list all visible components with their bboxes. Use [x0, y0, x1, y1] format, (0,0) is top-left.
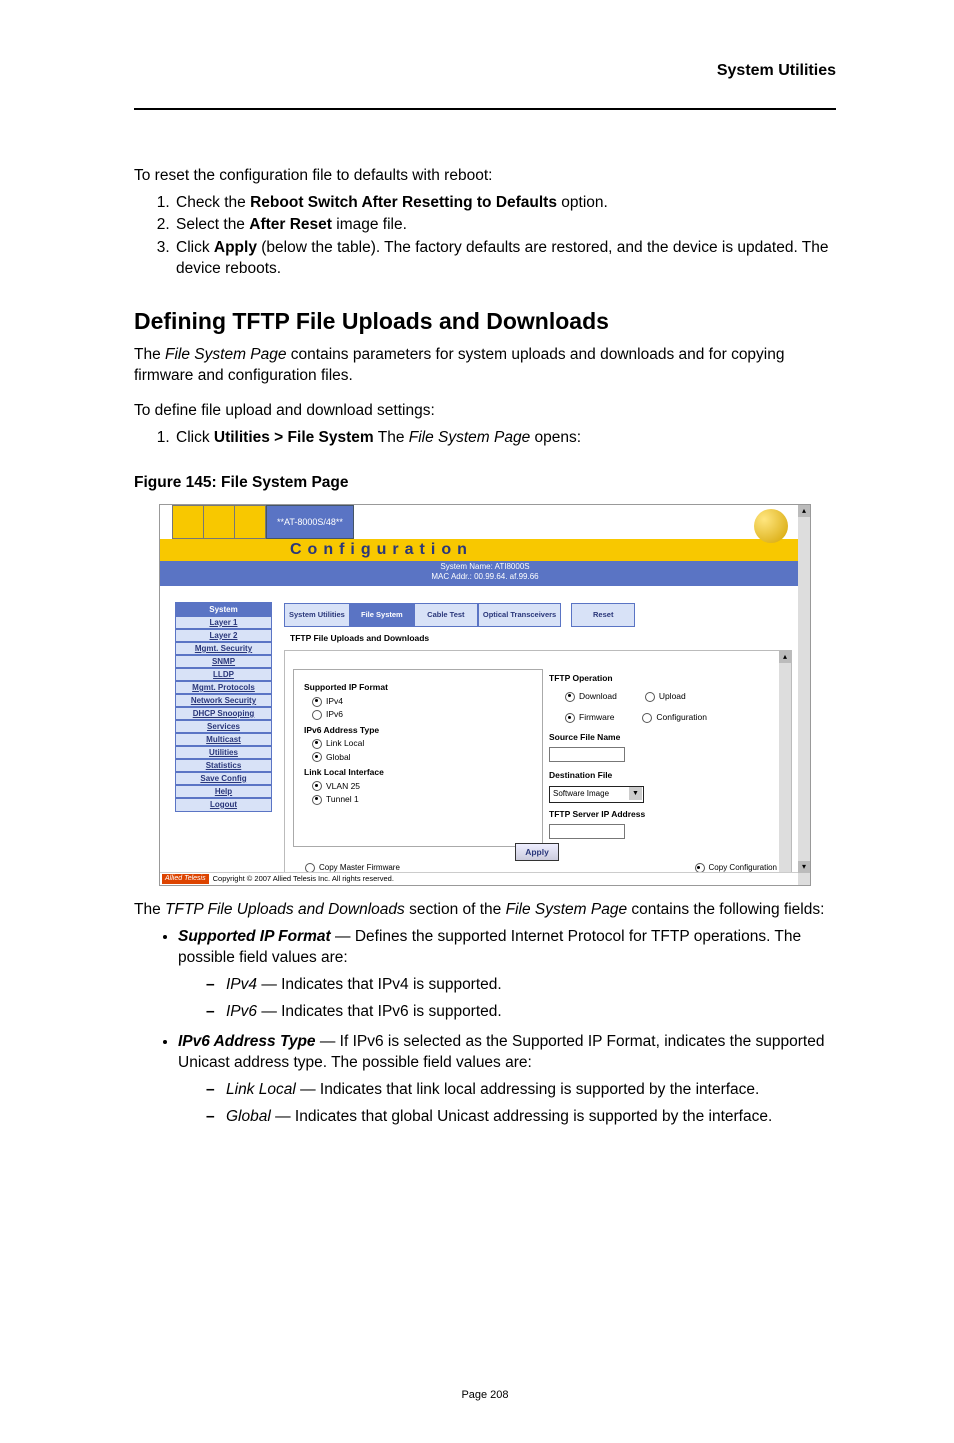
step-1: Check the Reboot Switch After Resetting … — [174, 193, 836, 214]
nav-mgmt-security[interactable]: Mgmt. Security — [176, 642, 271, 655]
input-tftp-server-ip[interactable] — [549, 824, 625, 839]
field-ipv6-type: IPv6 Address Type — If IPv6 is selected … — [178, 1032, 836, 1128]
configuration-title: Configuration — [160, 539, 810, 561]
nav-save-config[interactable]: Save Config — [176, 772, 271, 785]
panel-v-scrollbar[interactable]: ▴ — [779, 651, 791, 875]
section-p2: To define file upload and download setti… — [134, 401, 836, 422]
section-heading: Defining TFTP File Uploads and Downloads — [134, 306, 836, 337]
device-model: **AT-8000S/48** — [266, 505, 354, 539]
lbl-supported-ip: Supported IP Format — [304, 682, 534, 693]
step-2: Select the After Reset image file. — [174, 215, 836, 236]
lbl-source-file: Source File Name — [549, 732, 707, 743]
define-steps: Click Utilities > File System The File S… — [134, 428, 836, 449]
globe-icon — [754, 509, 788, 543]
radio-global[interactable]: Global — [312, 752, 534, 763]
nav-layer2[interactable]: Layer 2 — [176, 629, 271, 642]
nav-snmp[interactable]: SNMP — [176, 655, 271, 668]
tabs: System Utilities File System Cable Test … — [284, 603, 798, 627]
tftp-right-column: TFTP Operation Download Upload Firmware … — [549, 673, 707, 847]
define-step-1: Click Utilities > File System The File S… — [174, 428, 836, 449]
brand-logo: Allied Telesis — [162, 874, 209, 883]
field-supported-ip: Supported IP Format — Defines the suppor… — [178, 927, 836, 1023]
input-source-file[interactable] — [549, 747, 625, 762]
section-p1: The File System Page contains parameters… — [134, 345, 836, 387]
tab-reset[interactable]: Reset — [571, 603, 635, 627]
radio-tunnel1[interactable]: Tunnel 1 — [312, 794, 534, 805]
lbl-tftp-operation: TFTP Operation — [549, 673, 707, 684]
lbl-link-local-if: Link Local Interface — [304, 767, 534, 778]
nav-utilities[interactable]: Utilities — [176, 746, 271, 759]
nav-dhcp-snooping[interactable]: DHCP Snooping — [176, 707, 271, 720]
apply-button[interactable]: Apply — [515, 843, 559, 861]
nav-help[interactable]: Help — [176, 785, 271, 798]
radio-firmware[interactable]: Firmware — [565, 712, 614, 723]
lbl-destination-file: Destination File — [549, 770, 707, 781]
tab-cable-test[interactable]: Cable Test — [414, 603, 478, 627]
tab-optical-transceivers[interactable]: Optical Transceivers — [478, 603, 561, 627]
screenshot: ▴▾ **AT-8000S/48** Configuration System … — [159, 504, 811, 886]
after-figure-text: The TFTP File Uploads and Downloads sect… — [134, 900, 836, 921]
tab-system-utilities[interactable]: System Utilities — [284, 603, 350, 627]
radio-ipv4[interactable]: IPv4 — [312, 696, 534, 707]
lbl-ipv6-type: IPv6 Address Type — [304, 725, 534, 736]
radio-vlan25[interactable]: VLAN 25 — [312, 781, 534, 792]
radio-download[interactable]: Download — [565, 691, 617, 702]
radio-upload[interactable]: Upload — [645, 691, 686, 702]
nav-system[interactable]: System — [176, 603, 271, 616]
status-bar: Allied Telesis Copyright © 2007 Allied T… — [160, 872, 798, 885]
scroll-corner — [798, 873, 810, 885]
page-number: Page 208 — [134, 1388, 836, 1403]
nav-mgmt-protocols[interactable]: Mgmt. Protocols — [176, 681, 271, 694]
panel-section-title: TFTP File Uploads and Downloads — [284, 627, 798, 648]
radio-link-local[interactable]: Link Local — [312, 738, 534, 749]
outer-scrollbar[interactable]: ▴▾ — [798, 505, 810, 873]
copyright-text: Copyright © 2007 Allied Telesis Inc. All… — [213, 874, 394, 884]
nav-network-security[interactable]: Network Security — [176, 694, 271, 707]
ip-format-card: Supported IP Format IPv4 IPv6 IPv6 Addre… — [293, 669, 543, 847]
main-panel: ▴ Supported IP Format IPv4 IPv6 IPv6 Add… — [284, 650, 792, 886]
nav-layer1[interactable]: Layer 1 — [176, 616, 271, 629]
nav-lldp[interactable]: LLDP — [176, 668, 271, 681]
select-destination-file[interactable]: Software Image — [549, 786, 644, 803]
banner: **AT-8000S/48** — [160, 505, 810, 539]
info-bar: System Name: ATI8000S MAC Addr.: 00.99.6… — [160, 561, 810, 586]
nav-logout[interactable]: Logout — [176, 798, 271, 811]
nav-statistics[interactable]: Statistics — [176, 759, 271, 772]
page-header: System Utilities — [134, 60, 836, 82]
radio-configuration[interactable]: Configuration — [642, 712, 707, 723]
radio-ipv6[interactable]: IPv6 — [312, 709, 534, 720]
figure-caption: Figure 145: File System Page — [134, 473, 836, 494]
header-rule — [134, 108, 836, 110]
lbl-tftp-server-ip: TFTP Server IP Address — [549, 809, 707, 820]
reset-steps: Check the Reboot Switch After Resetting … — [134, 193, 836, 281]
left-nav: System Layer 1 Layer 2 Mgmt. Security SN… — [176, 603, 271, 811]
nav-multicast[interactable]: Multicast — [176, 733, 271, 746]
field-list: Supported IP Format — Defines the suppor… — [134, 927, 836, 1128]
step-3: Click Apply (below the table). The facto… — [174, 238, 836, 280]
intro-text: To reset the configuration file to defau… — [134, 166, 836, 187]
nav-services[interactable]: Services — [176, 720, 271, 733]
tab-file-system[interactable]: File System — [350, 603, 414, 627]
